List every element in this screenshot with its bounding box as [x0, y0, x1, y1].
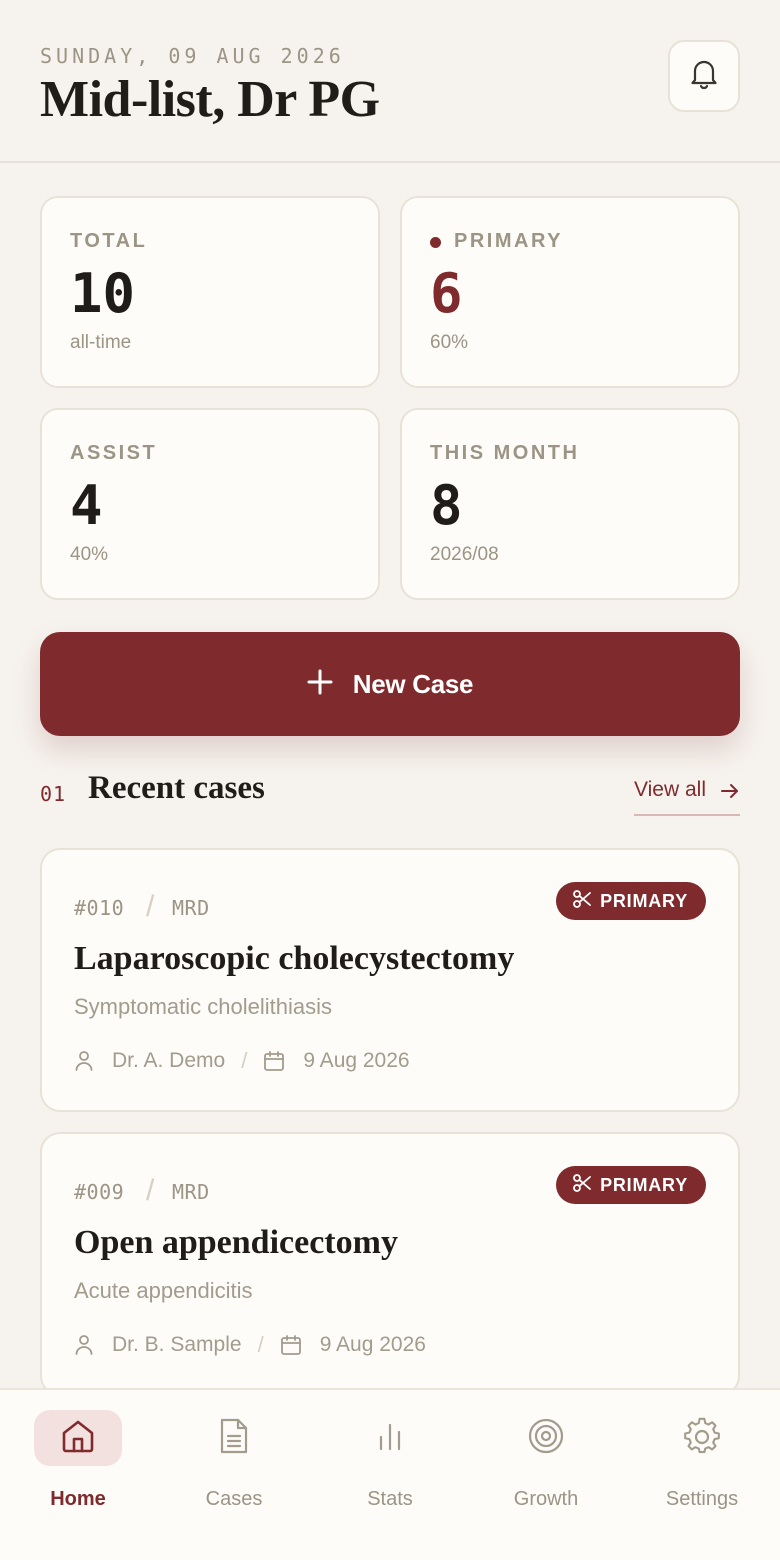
stat-value: 10: [70, 262, 136, 325]
primary-badge: PRIMARY: [556, 1166, 706, 1204]
nav-label: Settings: [665, 1488, 739, 1510]
badge-label: PRIMARY: [600, 1174, 688, 1195]
scissors-icon: [572, 889, 592, 914]
case-id: #010: [74, 896, 125, 920]
header: SUNDAY, 09 AUG 2026 Mid-list, Dr PG: [0, 0, 780, 163]
document-icon: [217, 1417, 251, 1460]
case-unit: MRD: [172, 896, 210, 920]
case-card[interactable]: #009 / MRD PRIMARY Open appendicectomy A…: [40, 1132, 740, 1396]
stat-sub: 60%: [430, 332, 469, 353]
case-card[interactable]: #010 / MRD PRIMARY Laparoscopic cholecys…: [40, 848, 740, 1112]
arrow-right-icon: [720, 781, 740, 806]
new-case-label: New Case: [352, 668, 474, 699]
stat-label: THIS MONTH: [430, 442, 580, 464]
nav-label: Growth: [513, 1488, 579, 1510]
stat-card-this-month: THIS MONTH 8 2026/08: [400, 408, 740, 600]
stat-label: PRIMARY: [454, 230, 563, 252]
case-title: Laparoscopic cholecystectomy: [74, 940, 515, 977]
stat-card-primary: PRIMARY 6 60%: [400, 196, 740, 388]
date-line: SUNDAY, 09 AUG 2026: [40, 44, 345, 68]
nav-item-home[interactable]: Home: [0, 1410, 156, 1520]
divider: /: [146, 1174, 155, 1207]
stat-value: 4: [70, 474, 103, 537]
nav-icon-wrap: [190, 1410, 278, 1466]
scissors-icon: [572, 1173, 592, 1198]
stat-card-total: TOTAL 10 all-time: [40, 196, 380, 388]
home-icon: [60, 1418, 96, 1459]
gear-icon: [683, 1417, 721, 1460]
bottom-nav: Home Cases Stats Growth Settings: [0, 1388, 780, 1560]
target-icon: [527, 1417, 565, 1460]
case-title: Open appendicectomy: [74, 1224, 398, 1261]
case-doctor: Dr. B. Sample: [112, 1333, 242, 1356]
case-date: 9 Aug 2026: [319, 1333, 426, 1356]
nav-item-growth[interactable]: Growth: [468, 1410, 624, 1520]
nav-label: Cases: [205, 1488, 263, 1510]
nav-item-settings[interactable]: Settings: [624, 1410, 780, 1520]
plus-icon: [307, 669, 333, 700]
user-icon: [74, 1050, 94, 1072]
stat-sub: 40%: [70, 544, 109, 565]
stat-value: 6: [430, 262, 463, 325]
nav-label: Stats: [367, 1488, 413, 1510]
nav-icon-wrap: [658, 1410, 746, 1466]
nav-icon-wrap: [346, 1410, 434, 1466]
bar-chart-icon: [373, 1419, 407, 1458]
case-diagnosis: Symptomatic cholelithiasis: [74, 994, 332, 1019]
badge-label: PRIMARY: [600, 890, 688, 911]
stat-label: ASSIST: [70, 442, 158, 464]
primary-dot-icon: [430, 237, 441, 248]
case-diagnosis: Acute appendicitis: [74, 1278, 253, 1303]
stat-value: 8: [430, 474, 463, 537]
divider: /: [241, 1048, 248, 1073]
nav-label: Home: [50, 1488, 106, 1510]
calendar-icon: [280, 1334, 302, 1356]
nav-icon-wrap: [34, 1410, 122, 1466]
notifications-button[interactable]: [668, 40, 740, 112]
primary-badge: PRIMARY: [556, 882, 706, 920]
bell-icon: [689, 58, 719, 95]
case-unit: MRD: [172, 1180, 210, 1204]
divider: /: [146, 890, 155, 923]
stat-sub: 2026/08: [430, 544, 499, 565]
stat-sub: all-time: [70, 332, 132, 353]
section-number: 01: [40, 782, 67, 806]
case-meta: Dr. B. Sample / 9 Aug 2026: [74, 1330, 426, 1360]
divider: /: [257, 1332, 264, 1357]
case-id: #009: [74, 1180, 125, 1204]
nav-icon-wrap: [502, 1410, 590, 1466]
case-date: 9 Aug 2026: [303, 1049, 410, 1072]
case-meta: Dr. A. Demo / 9 Aug 2026: [74, 1046, 410, 1076]
user-icon: [74, 1334, 94, 1356]
nav-item-stats[interactable]: Stats: [312, 1410, 468, 1520]
view-all-label: View all: [634, 778, 706, 801]
stat-card-assist: ASSIST 4 40%: [40, 408, 380, 600]
nav-item-cases[interactable]: Cases: [156, 1410, 312, 1520]
section-title: Recent cases: [88, 770, 265, 806]
calendar-icon: [263, 1050, 285, 1072]
page-title: Mid-list, Dr PG: [40, 71, 380, 128]
new-case-button[interactable]: New Case: [40, 632, 740, 736]
stat-label: TOTAL: [70, 230, 148, 252]
view-all-link[interactable]: View all: [634, 778, 740, 816]
case-doctor: Dr. A. Demo: [112, 1049, 226, 1072]
